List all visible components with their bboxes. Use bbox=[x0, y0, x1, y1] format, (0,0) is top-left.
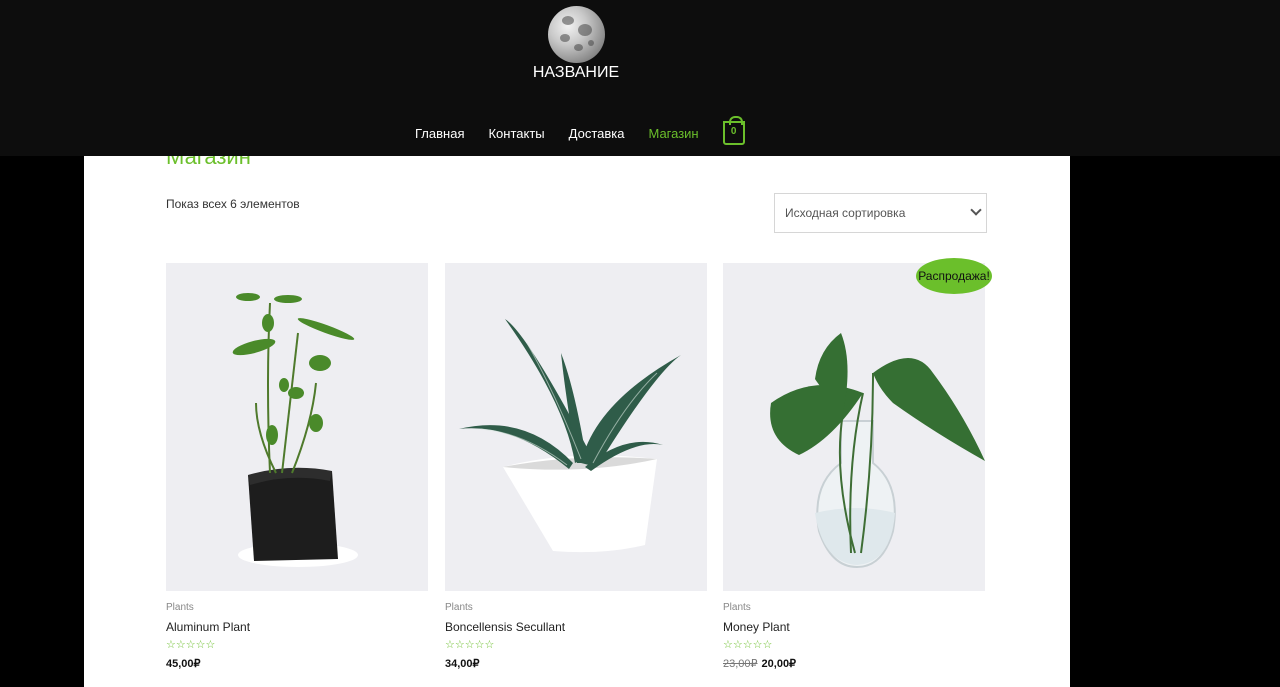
rating-stars-icon: ☆☆☆☆☆ bbox=[723, 639, 773, 651]
moon-logo-icon[interactable] bbox=[548, 6, 605, 63]
product-image[interactable] bbox=[445, 263, 707, 591]
sort-select[interactable]: Исходная сортировка bbox=[774, 193, 987, 233]
page-title: Магазин bbox=[166, 156, 251, 169]
product-image[interactable] bbox=[723, 263, 985, 591]
product-price: 34,00₽ bbox=[445, 657, 480, 670]
result-count: Показ всех 6 элементов bbox=[166, 197, 300, 211]
product-card: Plants Boncellensis Secullant ☆☆☆☆☆ 34,0… bbox=[445, 263, 707, 670]
sort-selected-value: Исходная сортировка bbox=[785, 206, 906, 220]
old-price: 23,00₽ bbox=[723, 658, 758, 670]
potted-plant-image bbox=[232, 293, 358, 567]
site-title[interactable]: НАЗВАНИЕ bbox=[520, 64, 632, 82]
cart-icon[interactable]: 0 bbox=[722, 116, 745, 145]
nav-item-contacts[interactable]: Контакты bbox=[488, 126, 544, 141]
rating-stars-icon: ☆☆☆☆☆ bbox=[445, 639, 495, 651]
product-name[interactable]: Aluminum Plant bbox=[166, 620, 250, 634]
sale-badge: Распродажа! bbox=[916, 258, 992, 294]
money-plant-image bbox=[770, 333, 985, 569]
product-category[interactable]: Plants bbox=[445, 602, 473, 613]
chevron-down-icon bbox=[970, 204, 982, 216]
price-value: 34,00₽ bbox=[445, 658, 480, 670]
product-category[interactable]: Plants bbox=[723, 602, 751, 613]
product-name[interactable]: Boncellensis Secullant bbox=[445, 620, 565, 634]
product-category[interactable]: Plants bbox=[166, 602, 194, 613]
nav-item-delivery[interactable]: Доставка bbox=[569, 126, 625, 141]
site-header: НАЗВАНИЕ Главная Контакты Доставка Магаз… bbox=[0, 0, 1280, 156]
main-nav: Главная Контакты Доставка Магазин 0 bbox=[415, 116, 745, 147]
product-image[interactable] bbox=[166, 263, 428, 591]
cart-count: 0 bbox=[730, 126, 737, 137]
price-value: 45,00₽ bbox=[166, 658, 201, 670]
shop-content: Магазин Показ всех 6 элементов Исходная … bbox=[84, 156, 1070, 687]
nav-item-home[interactable]: Главная bbox=[415, 126, 464, 141]
succulent-image bbox=[459, 319, 681, 553]
product-card: Plants Aluminum Plant ☆☆☆☆☆ 45,00₽ bbox=[166, 263, 428, 670]
product-name[interactable]: Money Plant bbox=[723, 620, 790, 634]
nav-item-shop[interactable]: Магазин bbox=[648, 126, 698, 141]
product-price: 23,00₽ 20,00₽ bbox=[723, 657, 796, 670]
product-price: 45,00₽ bbox=[166, 657, 201, 670]
rating-stars-icon: ☆☆☆☆☆ bbox=[166, 639, 216, 651]
product-card: Plants Money Plant ☆☆☆☆☆ 23,00₽ 20,00₽ bbox=[723, 263, 985, 670]
price-value: 20,00₽ bbox=[761, 658, 797, 670]
